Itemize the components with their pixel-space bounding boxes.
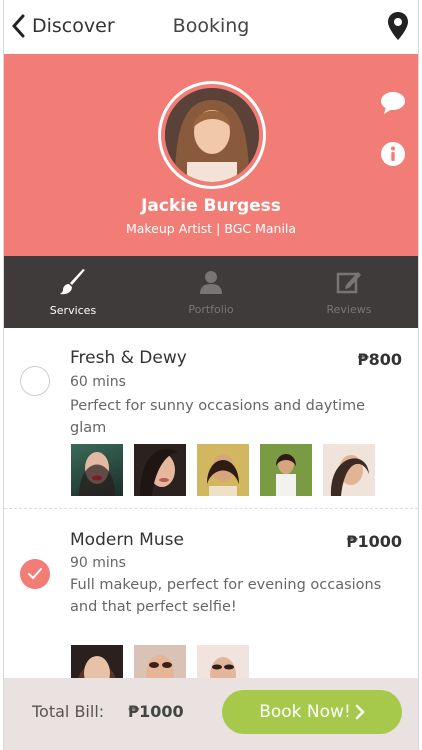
tab-services-label: Services	[49, 303, 97, 317]
tab-bar: Services Portfolio Reviews	[4, 256, 418, 328]
tab-portfolio-label: Portfolio	[188, 302, 234, 316]
artist-subtitle: Makeup Artist | BGC Manila	[125, 221, 297, 236]
book-now-label: Book Now!	[259, 702, 351, 722]
app-frame: Discover Booking Jackie Burgess Makeup A…	[3, 0, 419, 750]
service-duration: 60 mins	[70, 374, 126, 390]
service-description: Full makeup, perfect for evening occasio…	[70, 577, 382, 615]
info-icon[interactable]	[380, 141, 406, 167]
service-description: Perfect for sunny occasions and daytime …	[70, 398, 366, 436]
service-photos	[71, 645, 249, 678]
service-photo[interactable]	[197, 645, 249, 678]
tab-services[interactable]: Services	[4, 256, 142, 328]
service-price: ₱800	[357, 350, 402, 369]
profile-header: Jackie Burgess Makeup Artist | BGC Manil…	[4, 54, 418, 256]
service-divider	[4, 508, 418, 509]
checkmark-icon	[28, 568, 42, 580]
brush-icon	[60, 268, 85, 294]
bottom-bar: Total Bill: ₱1000 Book Now!	[4, 678, 418, 750]
chat-bubble-icon[interactable]	[380, 90, 406, 116]
service-photos	[71, 444, 375, 496]
page-title: Booking	[172, 15, 250, 37]
service-radio[interactable]	[20, 559, 50, 589]
total-label: Total Bill:	[32, 702, 105, 721]
avatar-photo	[165, 88, 259, 182]
map-pin-icon[interactable]	[388, 12, 408, 40]
service-item[interactable]: Fresh & Dewy ₱800 60 mins Perfect for su…	[4, 328, 418, 508]
service-name: Fresh & Dewy	[70, 348, 187, 368]
service-photo[interactable]	[323, 444, 375, 496]
service-photo[interactable]	[71, 645, 123, 678]
tab-reviews-label: Reviews	[326, 302, 372, 316]
avatar[interactable]	[158, 81, 266, 189]
artist-name: Jackie Burgess	[141, 196, 281, 216]
service-photo[interactable]	[197, 444, 249, 496]
service-radio[interactable]	[20, 366, 50, 396]
tab-portfolio[interactable]: Portfolio	[142, 256, 280, 328]
book-now-button[interactable]: Book Now!	[222, 690, 402, 734]
person-icon	[200, 270, 222, 294]
top-bar: Discover Booking	[4, 0, 418, 54]
service-photo[interactable]	[71, 444, 123, 496]
service-photo[interactable]	[134, 645, 186, 678]
total-value: ₱1000	[128, 702, 184, 721]
tab-reviews[interactable]: Reviews	[280, 256, 418, 328]
service-name: Modern Muse	[70, 530, 184, 550]
service-price: ₱1000	[346, 532, 402, 551]
service-item[interactable]: Modern Muse ₱1000 90 mins Full makeup, p…	[4, 510, 418, 678]
chevron-right-icon	[355, 704, 365, 720]
edit-icon	[336, 271, 361, 293]
service-duration: 90 mins	[70, 555, 126, 571]
service-photo[interactable]	[260, 444, 312, 496]
avatar-portrait	[165, 88, 259, 182]
service-photo[interactable]	[134, 444, 186, 496]
